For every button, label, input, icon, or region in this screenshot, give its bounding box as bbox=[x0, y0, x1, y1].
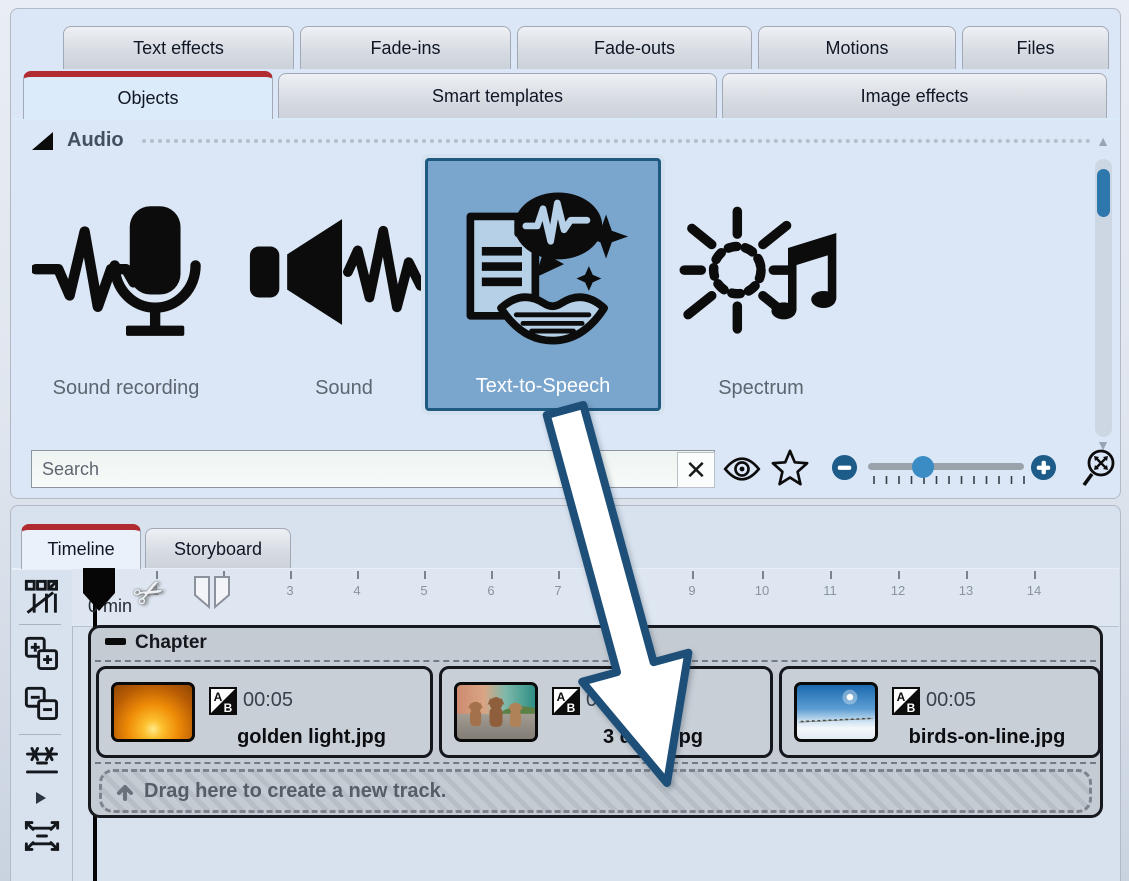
zoom-in-icon[interactable] bbox=[1029, 453, 1057, 481]
clip-filename: golden light.jpg bbox=[199, 726, 424, 749]
transition-ab-icon[interactable]: AB bbox=[552, 687, 580, 715]
app-window: Text effects Fade-ins Fade-outs Motions … bbox=[0, 0, 1129, 881]
object-tile-sound[interactable]: Sound bbox=[239, 166, 449, 404]
tab-smart-templates[interactable]: Smart templates bbox=[278, 73, 717, 119]
timeline-clip[interactable]: AB 00:05 golden light.jpg bbox=[96, 666, 433, 758]
section-title: Audio bbox=[67, 129, 124, 152]
collapse-triangle-icon bbox=[31, 131, 55, 151]
tab-label: Fade-ins bbox=[370, 38, 440, 59]
audio-section-header[interactable]: Audio bbox=[31, 129, 1091, 152]
toolbar-separator bbox=[19, 734, 61, 735]
toolbar-separator bbox=[19, 624, 61, 625]
chapter-title: Chapter bbox=[135, 628, 207, 658]
svg-text:B: B bbox=[907, 701, 916, 715]
svg-text:B: B bbox=[224, 701, 233, 715]
microphone-waveform-icon bbox=[21, 166, 231, 377]
spectrum-music-icon bbox=[656, 166, 866, 377]
reduce-track-height-icon[interactable] bbox=[21, 742, 63, 784]
zoom-slider-ticks bbox=[871, 475, 1027, 485]
tab-text-effects[interactable]: Text effects bbox=[63, 26, 294, 69]
expand-tracks-icon[interactable] bbox=[21, 632, 63, 676]
clip-duration: 00:05 bbox=[926, 689, 976, 712]
tab-motions[interactable]: Motions bbox=[758, 26, 956, 69]
tab-image-effects[interactable]: Image effects bbox=[722, 73, 1107, 119]
tab-label: Objects bbox=[117, 88, 178, 109]
timeline-clip[interactable]: AB 00:05 birds-on-line.jpg bbox=[779, 666, 1101, 758]
flyout-arrow-icon[interactable] bbox=[31, 788, 51, 808]
tab-label: Motions bbox=[825, 38, 888, 59]
clip-thumbnail-birds-on-line bbox=[794, 682, 878, 742]
down-arrow-icon bbox=[116, 779, 134, 803]
tab-label: Storyboard bbox=[174, 539, 262, 560]
tab-fade-outs[interactable]: Fade-outs bbox=[517, 26, 752, 69]
zoom-slider[interactable] bbox=[868, 463, 1024, 470]
split-marker-icon[interactable] bbox=[192, 574, 232, 612]
svg-text:A: A bbox=[557, 690, 566, 704]
clip-thumbnail-three-dogs bbox=[454, 682, 538, 742]
new-track-drop-zone[interactable]: Drag here to create a new track. bbox=[99, 769, 1092, 813]
zoom-reset-icon[interactable] bbox=[1079, 447, 1119, 489]
tab-storyboard[interactable]: Storyboard bbox=[145, 528, 291, 569]
clip-duration: 00:05 bbox=[243, 689, 293, 712]
tile-label: Sound bbox=[315, 377, 373, 404]
eye-icon[interactable] bbox=[721, 450, 763, 488]
object-tile-sound-recording[interactable]: Sound recording bbox=[21, 166, 231, 404]
timeline-clip[interactable]: AB 00:05 3 dogs.jpg bbox=[439, 666, 773, 758]
search-input[interactable] bbox=[31, 450, 715, 488]
tile-label: Text-to-Speech bbox=[476, 375, 611, 408]
expand-track-height-icon[interactable] bbox=[21, 814, 63, 858]
clip-duration: 00:05 bbox=[586, 689, 636, 712]
tab-label: Text effects bbox=[133, 38, 224, 59]
transition-ab-icon[interactable]: AB bbox=[892, 687, 920, 715]
chapter-track: Chapter AB 00:05 golden light.jpg bbox=[88, 625, 1103, 818]
star-icon[interactable] bbox=[769, 448, 811, 488]
tab-label: Image effects bbox=[861, 86, 969, 107]
track-separator bbox=[95, 762, 1096, 764]
drop-zone-label: Drag here to create a new track. bbox=[144, 780, 446, 803]
tab-label: Files bbox=[1016, 38, 1054, 59]
section-rule bbox=[142, 139, 1091, 143]
tile-label: Spectrum bbox=[718, 377, 804, 404]
track-display-icon[interactable] bbox=[21, 576, 63, 618]
track-separator bbox=[95, 660, 1096, 662]
collapse-tracks-icon[interactable] bbox=[21, 682, 63, 726]
tab-label: Fade-outs bbox=[594, 38, 675, 59]
clear-search-icon[interactable]: ✕ bbox=[677, 452, 715, 488]
tab-fade-ins[interactable]: Fade-ins bbox=[300, 26, 511, 69]
zoom-slider-thumb[interactable] bbox=[912, 456, 934, 478]
object-tile-spectrum[interactable]: Spectrum bbox=[656, 166, 866, 404]
collapse-chapter-icon[interactable] bbox=[105, 638, 126, 645]
tab-label: Timeline bbox=[47, 539, 114, 560]
tile-label: Sound recording bbox=[53, 377, 200, 404]
svg-text:B: B bbox=[567, 701, 576, 715]
tab-timeline[interactable]: Timeline bbox=[21, 524, 141, 569]
zoom-out-icon[interactable] bbox=[830, 453, 858, 481]
transition-ab-icon[interactable]: AB bbox=[209, 687, 237, 715]
clip-thumbnail-golden-light bbox=[111, 682, 195, 742]
scrollbar-up-icon[interactable]: ▲ bbox=[1094, 133, 1112, 149]
tab-label: Smart templates bbox=[432, 86, 563, 107]
playhead-marker[interactable] bbox=[83, 568, 116, 612]
tab-files[interactable]: Files bbox=[962, 26, 1109, 69]
object-tile-text-to-speech[interactable]: Text-to-Speech bbox=[425, 158, 661, 411]
speaker-waveform-icon bbox=[239, 166, 449, 377]
text-to-speech-icon bbox=[428, 161, 658, 375]
svg-text:A: A bbox=[214, 690, 223, 704]
svg-text:A: A bbox=[897, 690, 906, 704]
objects-panel: Text effects Fade-ins Fade-outs Motions … bbox=[10, 8, 1121, 499]
clip-filename: birds-on-line.jpg bbox=[882, 726, 1092, 749]
scrollbar-thumb[interactable] bbox=[1097, 169, 1110, 217]
tab-objects[interactable]: Objects bbox=[23, 71, 273, 119]
clip-filename: 3 dogs.jpg bbox=[542, 726, 764, 749]
